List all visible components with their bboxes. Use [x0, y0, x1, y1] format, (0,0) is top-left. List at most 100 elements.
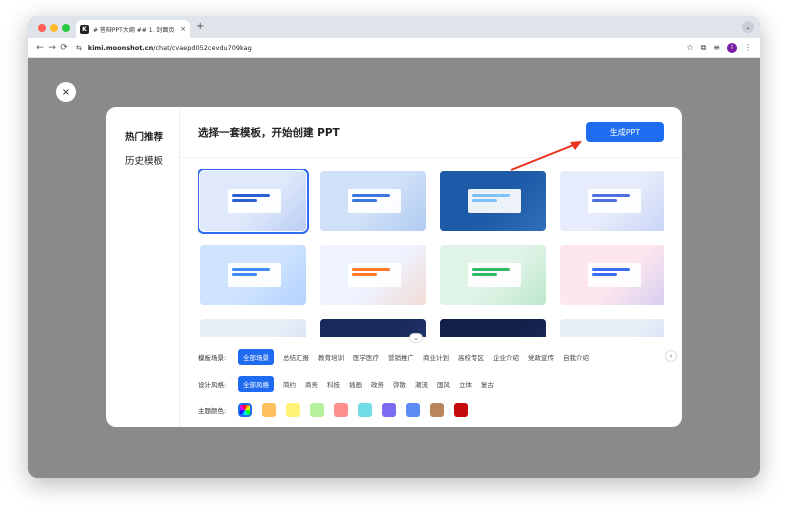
all-colors-swatch[interactable] [238, 403, 252, 417]
close-window-button[interactable] [38, 24, 46, 32]
style-chip[interactable]: 商务 [305, 379, 318, 389]
template-preview-bar [351, 193, 390, 197]
template-thumbnail[interactable] [440, 319, 546, 337]
color-swatch[interactable] [382, 403, 396, 417]
maximize-window-button[interactable] [62, 24, 70, 32]
color-swatch[interactable] [310, 403, 324, 417]
color-swatch[interactable] [430, 403, 444, 417]
tab-search-icon[interactable]: ⌄ [742, 21, 754, 33]
tab-favicon-icon: K [80, 24, 89, 34]
color-swatch[interactable] [358, 403, 372, 417]
color-swatch[interactable] [262, 403, 276, 417]
scroll-down-icon[interactable]: ⌄ [409, 333, 423, 343]
template-thumbnail[interactable] [200, 245, 306, 305]
sidebar-item-hot[interactable]: 热门推荐 [125, 129, 163, 143]
tab-title: # 答辩PPT大纲 ## 1. 封面页 · [93, 26, 177, 34]
style-filter-row: 设计风格: 全部风格 简约 商务 科技 插画 政务 弥散 潮流 国风 立体 复古 [198, 376, 503, 392]
template-preview [200, 319, 306, 337]
template-thumbnail[interactable] [198, 169, 309, 234]
url-domain: kimi.moonshot.cn [87, 43, 154, 52]
template-thumbnail[interactable] [320, 171, 426, 231]
scene-next-icon[interactable]: › [665, 350, 677, 362]
color-swatch[interactable] [406, 403, 420, 417]
scene-chip[interactable]: 党政宣传 [528, 352, 554, 362]
template-dialog: 热门推荐 历史模板 选择一套模板，开始创建 PPT 生成PPT ⌄ 模板场景: … [106, 107, 682, 427]
browser-tab[interactable]: K # 答辩PPT大纲 ## 1. 封面页 · × [76, 20, 190, 38]
media-controls-icon[interactable]: ≡ [713, 43, 720, 52]
template-thumbnail[interactable] [560, 171, 664, 231]
style-chip[interactable]: 国风 [437, 379, 450, 389]
back-icon[interactable]: ← [34, 43, 46, 53]
profile-avatar[interactable]: I [727, 42, 737, 53]
template-preview-bar [471, 198, 498, 202]
forward-icon[interactable]: → [46, 43, 58, 53]
style-chip[interactable]: 复古 [481, 379, 494, 389]
color-filter-label: 主题颜色: [198, 407, 227, 415]
bookmark-star-icon[interactable]: ☆ [686, 43, 693, 52]
reload-icon[interactable]: ⟳ [58, 43, 70, 53]
close-tab-icon[interactable]: × [180, 25, 186, 33]
scene-filter-label: 模板场景: [198, 354, 227, 362]
template-preview-bar [351, 272, 378, 276]
template-preview-bar [231, 193, 270, 197]
scene-chip[interactable]: 商业计划 [423, 352, 449, 362]
color-swatch[interactable] [454, 403, 468, 417]
template-preview-bar [591, 272, 618, 276]
scene-chip[interactable]: 总结汇报 [283, 352, 309, 362]
more-menu-icon[interactable]: ⋮ [744, 43, 752, 52]
template-preview-bar [231, 198, 258, 202]
template-thumbnail[interactable] [440, 171, 546, 231]
style-chip[interactable]: 潮流 [415, 379, 428, 389]
scene-chip[interactable]: 自我介绍 [563, 352, 589, 362]
style-chip[interactable]: 简约 [283, 379, 296, 389]
template-preview-bar [231, 272, 258, 276]
browser-window: K # 答辩PPT大纲 ## 1. 封面页 · × + ⌄ ← → ⟳ ⇆ ki… [28, 16, 760, 478]
template-thumbnail[interactable] [560, 319, 664, 337]
template-sidebar: 热门推荐 历史模板 [106, 107, 180, 427]
template-preview-bar [231, 267, 270, 271]
style-chip[interactable]: 政务 [371, 379, 384, 389]
url-path: /chat/cvaepd052cevdu709kag [153, 43, 252, 52]
url-text: kimi.moonshot.cn/chat/cvaepd052cevdu709k… [88, 44, 252, 52]
template-preview-bar [351, 267, 390, 271]
color-swatch[interactable] [334, 403, 348, 417]
scene-chip[interactable]: 全部场景 [238, 349, 274, 365]
template-preview [440, 319, 546, 337]
scene-chip[interactable]: 医学医疗 [353, 352, 379, 362]
style-chip[interactable]: 全部风格 [238, 376, 274, 392]
extensions-icon[interactable]: ⧉ [701, 43, 707, 53]
scene-filter-row: 模板场景: 全部场景 总结汇报 教育培训 医学医疗 营销推广 商业计划 高校专区 企业介绍 党政… [198, 349, 598, 365]
style-chip[interactable]: 弥散 [393, 379, 406, 389]
address-bar[interactable]: ⇆ kimi.moonshot.cn/chat/cvaepd052cevdu70… [76, 41, 686, 55]
color-filter-row: 主题颜色: [198, 403, 478, 417]
style-chip[interactable]: 立体 [459, 379, 472, 389]
site-settings-icon[interactable]: ⇆ [76, 44, 82, 52]
template-thumbnail[interactable] [200, 319, 306, 337]
style-filter-label: 设计风格: [198, 381, 227, 389]
generate-ppt-button[interactable]: 生成PPT [586, 122, 664, 142]
new-tab-icon[interactable]: + [196, 21, 204, 32]
template-preview-bar [591, 198, 618, 202]
minimize-window-button[interactable] [50, 24, 58, 32]
scene-chip[interactable]: 高校专区 [458, 352, 484, 362]
template-thumbnail[interactable] [440, 245, 546, 305]
dialog-title: 选择一套模板，开始创建 PPT [198, 127, 340, 139]
template-preview-bar [471, 267, 510, 271]
color-swatch[interactable] [286, 403, 300, 417]
close-dialog-icon[interactable]: × [56, 82, 76, 102]
sidebar-item-history[interactable]: 历史模板 [125, 153, 163, 167]
divider [180, 157, 682, 158]
style-chip[interactable]: 科技 [327, 379, 340, 389]
template-grid [198, 169, 664, 337]
tab-strip: K # 答辩PPT大纲 ## 1. 封面页 · × + ⌄ [28, 16, 760, 38]
scene-chip[interactable]: 营销推广 [388, 352, 414, 362]
template-thumbnail[interactable] [560, 245, 664, 305]
template-preview-bar [591, 267, 630, 271]
template-preview-bar [471, 272, 498, 276]
template-thumbnail[interactable] [320, 245, 426, 305]
template-preview-bar [351, 198, 378, 202]
scene-chip[interactable]: 教育培训 [318, 352, 344, 362]
style-chip[interactable]: 插画 [349, 379, 362, 389]
scene-chip[interactable]: 企业介绍 [493, 352, 519, 362]
template-preview [560, 319, 664, 337]
